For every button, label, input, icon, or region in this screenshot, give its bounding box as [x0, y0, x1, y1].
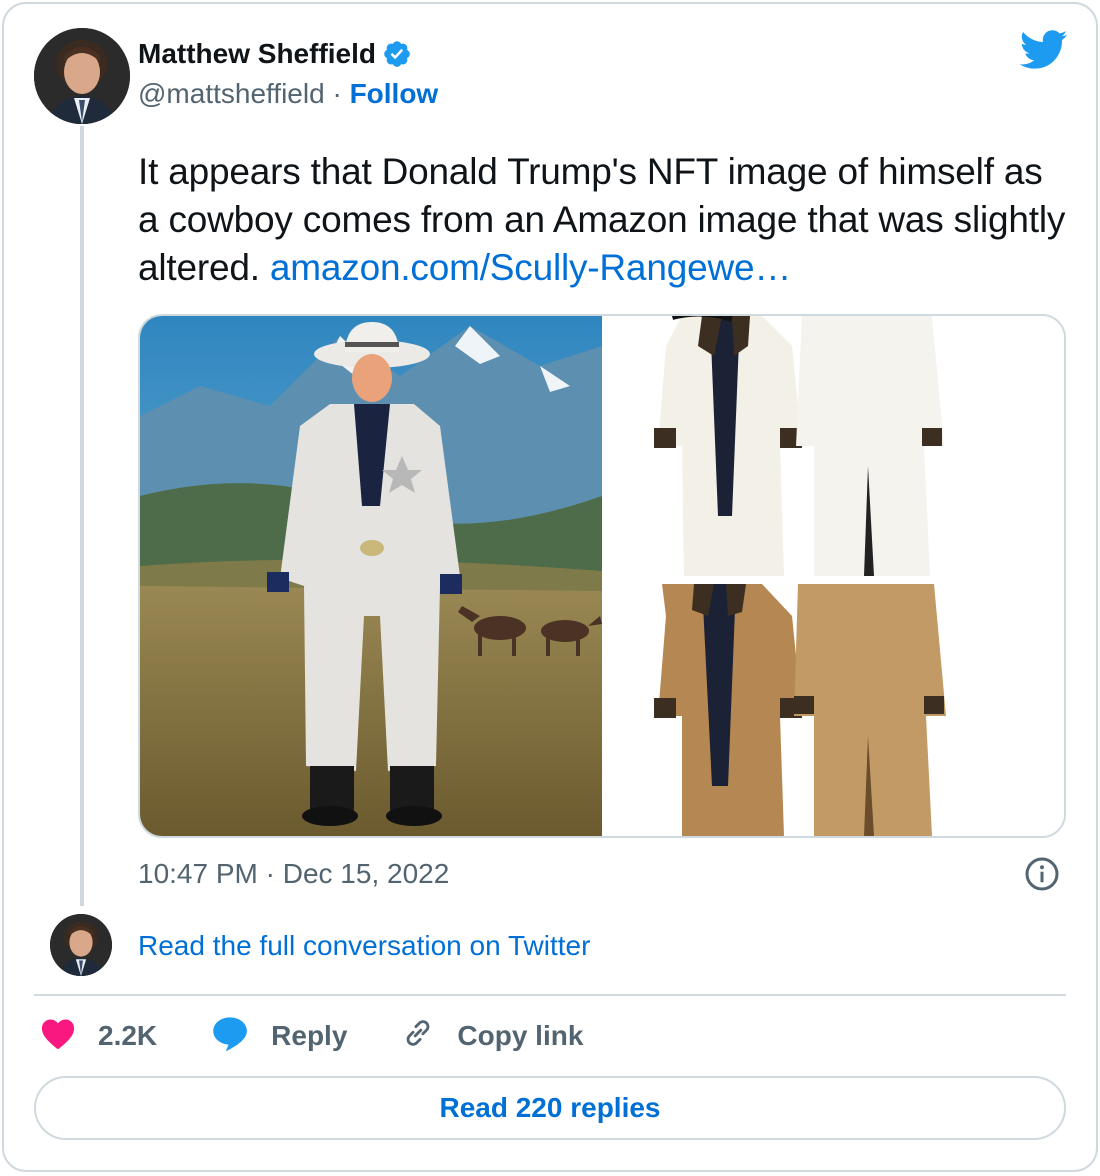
author-name[interactable]: Matthew Sheffield: [138, 36, 376, 72]
copy-link-button[interactable]: Copy link: [401, 1016, 583, 1057]
tweet-text: It appears that Donald Trump's NFT image…: [138, 148, 1068, 292]
divider: [34, 994, 1066, 996]
follow-button[interactable]: Follow: [350, 78, 439, 109]
read-full-conversation-link[interactable]: Read the full conversation on Twitter: [138, 928, 590, 964]
read-replies-label: Read 220 replies: [439, 1092, 661, 1123]
info-icon[interactable]: [1024, 856, 1060, 897]
reply-button[interactable]: Reply: [211, 1015, 347, 1058]
nft-cowboy-image[interactable]: [140, 316, 602, 836]
author-name-row[interactable]: Matthew Sheffield: [138, 36, 412, 72]
like-button[interactable]: 2.2K: [40, 1016, 157, 1057]
reply-author-avatar[interactable]: [50, 914, 112, 976]
author-handle[interactable]: @mattsheffield: [138, 78, 325, 109]
twitter-bird-icon[interactable]: [1019, 30, 1068, 75]
link-icon: [401, 1016, 435, 1057]
likes-count: 2.2K: [98, 1020, 158, 1051]
author-handle-row: @mattsheffield · Follow: [138, 76, 438, 112]
tweet-timestamp[interactable]: 10:47 PM · Dec 15, 2022: [138, 856, 449, 892]
author-avatar[interactable]: [34, 28, 130, 124]
read-replies-button[interactable]: Read 220 replies: [34, 1076, 1066, 1140]
reply-label: Reply: [271, 1020, 348, 1051]
action-bar: 2.2K Reply Copy link: [40, 1014, 637, 1058]
separator: ·: [332, 78, 342, 109]
thread-line: [80, 126, 84, 906]
verified-badge-icon: [382, 39, 412, 69]
tweet-link[interactable]: amazon.com/Scully-Rangewe…: [270, 247, 791, 288]
heart-icon: [40, 1016, 76, 1057]
tweet-media[interactable]: [138, 314, 1066, 838]
copy-link-label: Copy link: [457, 1020, 584, 1051]
amazon-product-image[interactable]: [602, 316, 1064, 836]
reply-bubble-icon: [211, 1015, 249, 1058]
